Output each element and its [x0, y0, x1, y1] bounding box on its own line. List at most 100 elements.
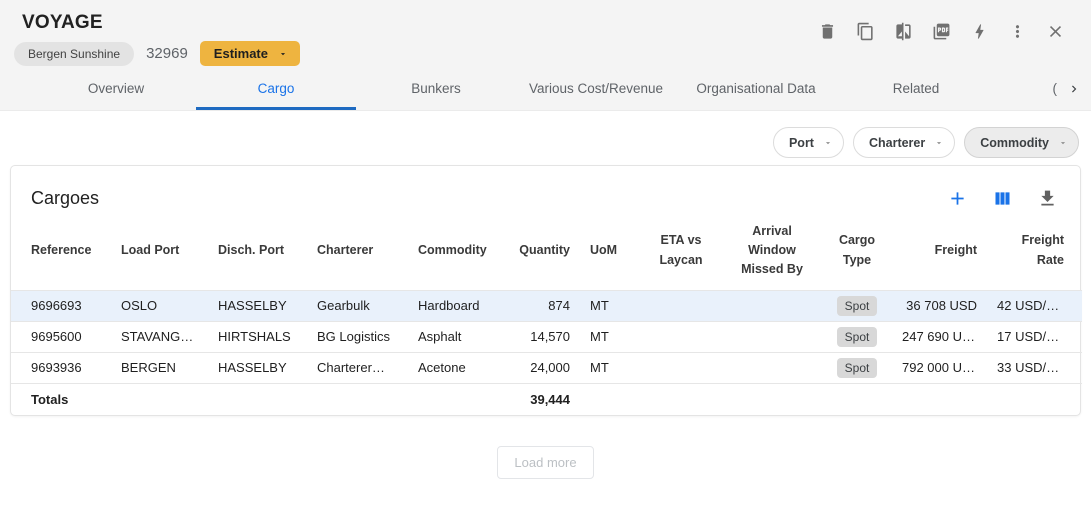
cell-disch-port: HIRTSHALS — [208, 321, 307, 352]
chevron-down-icon — [934, 138, 944, 148]
chevron-right-icon[interactable] — [1063, 69, 1091, 110]
tab-bunkers[interactable]: Bunkers — [356, 68, 516, 110]
cell-freight-rate: 42 USD/MT — [987, 290, 1082, 321]
cell-freight: 247 690 USD — [892, 321, 987, 352]
voyage-number: 32969 — [146, 45, 188, 62]
cargo-type-badge: Spot — [837, 296, 878, 316]
cell-uom: MT — [580, 321, 640, 352]
cargo-type-badge: Spot — [837, 358, 878, 378]
cell-cargo-type: Spot — [822, 290, 892, 321]
chevron-down-icon — [278, 49, 288, 59]
cell-arrival-window-missed-by — [722, 290, 822, 321]
cell-uom: MT — [580, 352, 640, 383]
filter-bar: Port Charterer Commodity — [773, 127, 1079, 158]
cell-quantity: 874 — [500, 290, 580, 321]
tab-various-cost-revenue[interactable]: Various Cost/Revenue — [516, 68, 676, 110]
col-header-arrival-window-missed-by[interactable]: Arrival Window Missed By — [722, 212, 822, 290]
cell-load-port: OSLO — [111, 290, 208, 321]
col-header-commodity[interactable]: Commodity — [408, 212, 500, 290]
cell-disch-port: HASSELBY — [208, 290, 307, 321]
close-icon[interactable] — [1046, 22, 1065, 41]
tab-overflow-partial[interactable]: ( — [1053, 68, 1064, 110]
col-header-load-port[interactable]: Load Port — [111, 212, 208, 290]
cargo-table-body: 9696693OSLOHASSELBYGearbulkHardboard874M… — [11, 290, 1082, 383]
cell-reference: 9695600 — [11, 321, 111, 352]
table-row[interactable]: 9693936BERGENHASSELBYCharterer…Acetone24… — [11, 352, 1082, 383]
page-header: VOYAGE Bergen Sunshine 32969 Estimate — [0, 0, 1091, 111]
voyage-page: VOYAGE Bergen Sunshine 32969 Estimate — [0, 0, 1091, 510]
filter-chip-port[interactable]: Port — [773, 127, 844, 158]
quick-actions-icon[interactable] — [970, 22, 989, 41]
more-options-icon[interactable] — [1008, 22, 1027, 41]
cell-charterer: BG Logistics — [307, 321, 408, 352]
cargo-type-badge: Spot — [837, 327, 878, 347]
cell-disch-port: HASSELBY — [208, 352, 307, 383]
cell-uom: MT — [580, 290, 640, 321]
table-row[interactable]: 9695600STAVANGERHIRTSHALSBG LogisticsAsp… — [11, 321, 1082, 352]
cell-arrival-window-missed-by — [722, 321, 822, 352]
cell-charterer: Gearbulk — [307, 290, 408, 321]
cell-arrival-window-missed-by — [722, 352, 822, 383]
col-header-freight[interactable]: Freight — [892, 212, 987, 290]
header-subrow: Bergen Sunshine 32969 Estimate — [14, 41, 300, 66]
cell-reference: 9693936 — [11, 352, 111, 383]
cell-cargo-type: Spot — [822, 321, 892, 352]
cargoes-toolbar — [947, 188, 1058, 209]
delete-icon[interactable] — [818, 22, 837, 41]
cell-freight: 36 708 USD — [892, 290, 987, 321]
table-row[interactable]: 9696693OSLOHASSELBYGearbulkHardboard874M… — [11, 290, 1082, 321]
cargo-table: Reference Load Port Disch. Port Chartere… — [11, 212, 1082, 415]
filter-chip-commodity[interactable]: Commodity — [964, 127, 1079, 158]
cell-freight-rate: 33 USD/MT — [987, 352, 1082, 383]
col-header-freight-rate[interactable]: Freight Rate — [987, 212, 1082, 290]
cargoes-title: Cargoes — [31, 188, 99, 209]
cell-quantity: 14,570 — [500, 321, 580, 352]
download-icon[interactable] — [1037, 188, 1058, 209]
totals-label: Totals — [11, 383, 111, 415]
filter-chip-port-label: Port — [789, 136, 814, 150]
cell-eta-vs-laycan — [640, 321, 722, 352]
copy-icon[interactable] — [856, 22, 875, 41]
load-more-container: Load more — [0, 446, 1091, 479]
cell-quantity: 24,000 — [500, 352, 580, 383]
col-header-uom[interactable]: UoM — [580, 212, 640, 290]
cargoes-card-header: Cargoes — [11, 166, 1080, 212]
cell-load-port: BERGEN — [111, 352, 208, 383]
vessel-name-chip[interactable]: Bergen Sunshine — [14, 42, 134, 66]
cell-charterer: Charterer… — [307, 352, 408, 383]
pdf-export-icon[interactable] — [932, 22, 951, 41]
estimate-button-label: Estimate — [214, 46, 268, 61]
col-header-charterer[interactable]: Charterer — [307, 212, 408, 290]
totals-quantity: 39,444 — [500, 383, 580, 415]
tab-related[interactable]: Related — [836, 68, 996, 110]
page-title: VOYAGE — [22, 12, 103, 34]
filter-chip-charterer[interactable]: Charterer — [853, 127, 955, 158]
col-header-reference[interactable]: Reference — [11, 212, 111, 290]
estimate-button[interactable]: Estimate — [200, 41, 300, 66]
col-header-disch-port[interactable]: Disch. Port — [208, 212, 307, 290]
header-toolbar — [818, 22, 1065, 41]
filter-chip-commodity-label: Commodity — [980, 136, 1049, 150]
col-header-cargo-type[interactable]: Cargo Type — [822, 212, 892, 290]
compare-icon[interactable] — [894, 22, 913, 41]
cargo-table-footer: Totals 39,444 — [11, 383, 1082, 415]
chevron-down-icon — [823, 138, 833, 148]
tab-organisational-data[interactable]: Organisational Data — [676, 68, 836, 110]
cell-eta-vs-laycan — [640, 290, 722, 321]
totals-row: Totals 39,444 — [11, 383, 1082, 415]
tab-cargo[interactable]: Cargo — [196, 68, 356, 110]
tab-overview[interactable]: Overview — [36, 68, 196, 110]
cell-reference: 9696693 — [11, 290, 111, 321]
cell-commodity: Asphalt — [408, 321, 500, 352]
load-more-button[interactable]: Load more — [497, 446, 593, 479]
cell-freight: 792 000 USD — [892, 352, 987, 383]
chevron-down-icon — [1058, 138, 1068, 148]
tab-bar: Overview Cargo Bunkers Various Cost/Reve… — [0, 68, 1091, 110]
col-header-quantity[interactable]: Quantity — [500, 212, 580, 290]
col-header-eta-vs-laycan[interactable]: ETA vs Laycan — [640, 212, 722, 290]
cell-cargo-type: Spot — [822, 352, 892, 383]
columns-icon[interactable] — [992, 188, 1013, 209]
add-icon[interactable] — [947, 188, 968, 209]
cargoes-card: Cargoes Reference — [10, 165, 1081, 416]
filter-chip-charterer-label: Charterer — [869, 136, 925, 150]
